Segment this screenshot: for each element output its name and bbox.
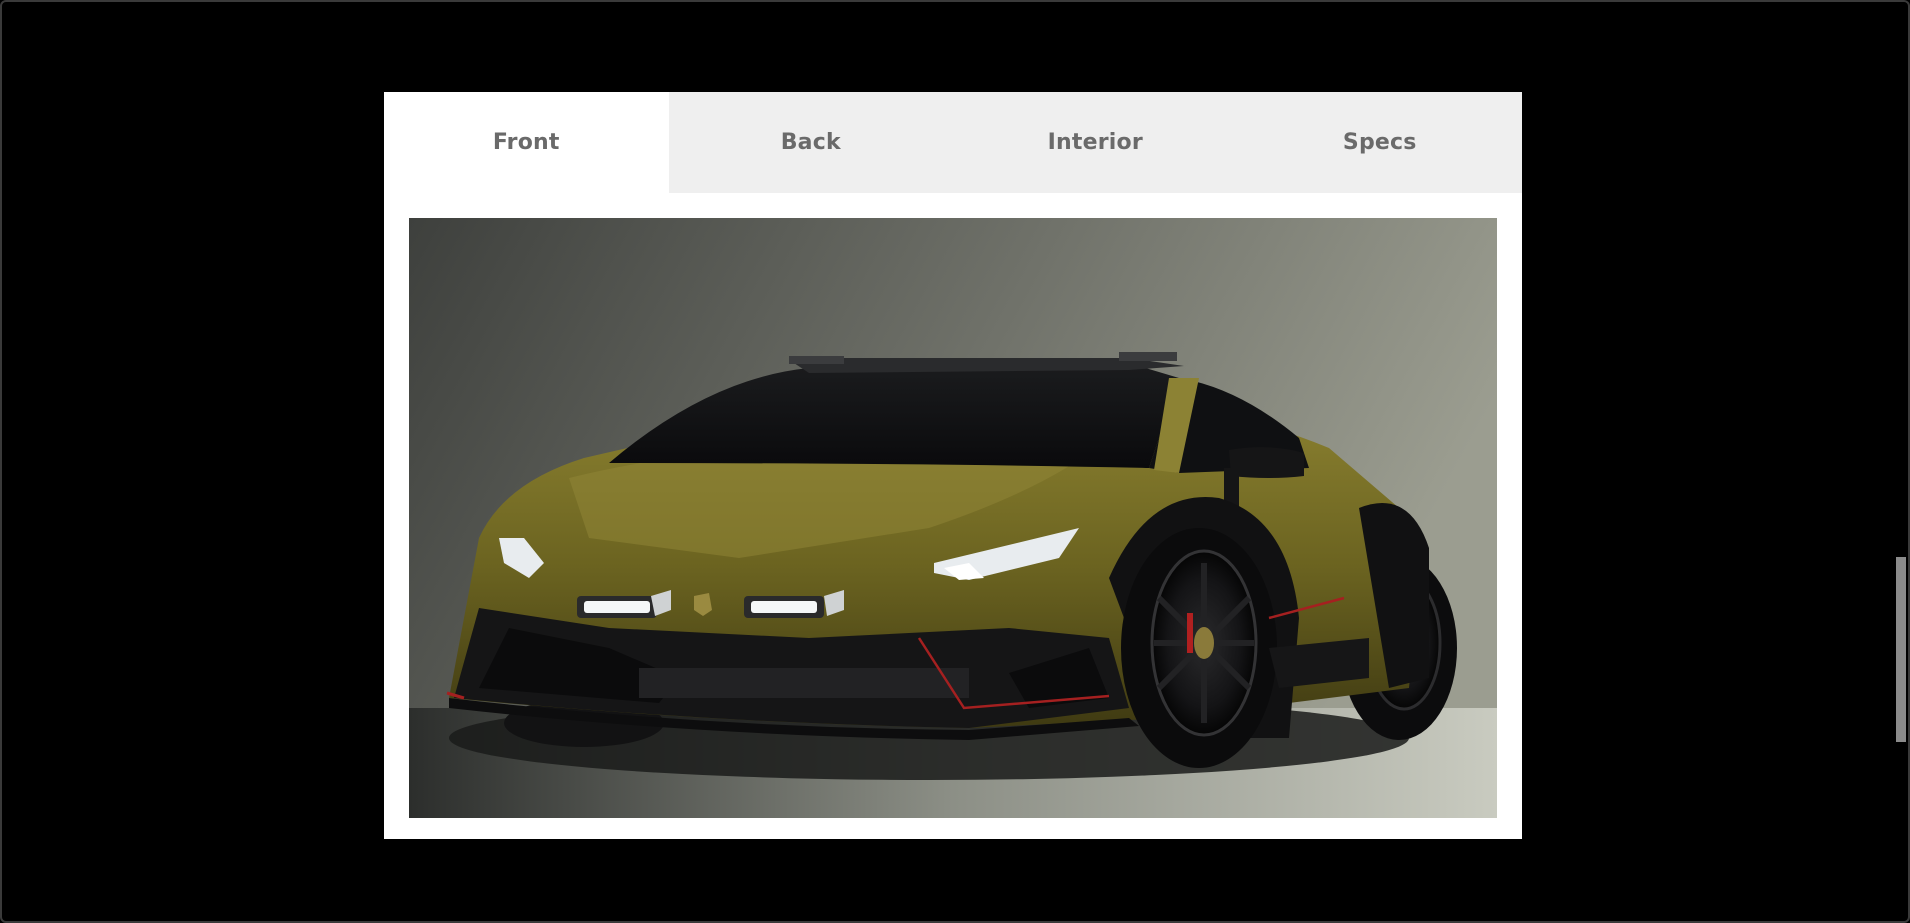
tab-interior[interactable]: Interior	[953, 92, 1238, 193]
tab-back-label: Back	[780, 130, 841, 155]
page-scrollbar-thumb[interactable]	[1896, 557, 1906, 742]
gallery-tabs: Front Back Interior Specs	[384, 92, 1522, 193]
gallery-card: Front Back Interior Specs	[384, 92, 1522, 839]
car-photo	[409, 218, 1497, 818]
tab-specs-label: Specs	[1342, 130, 1417, 155]
tab-specs[interactable]: Specs	[1237, 92, 1522, 193]
tab-front-label: Front	[492, 130, 560, 155]
car-photo-illustration	[409, 218, 1497, 818]
browser-viewport: Front Back Interior Specs	[0, 0, 1910, 923]
tab-interior-label: Interior	[1047, 130, 1143, 155]
tab-front[interactable]: Front	[384, 92, 669, 193]
tab-back[interactable]: Back	[668, 92, 953, 193]
